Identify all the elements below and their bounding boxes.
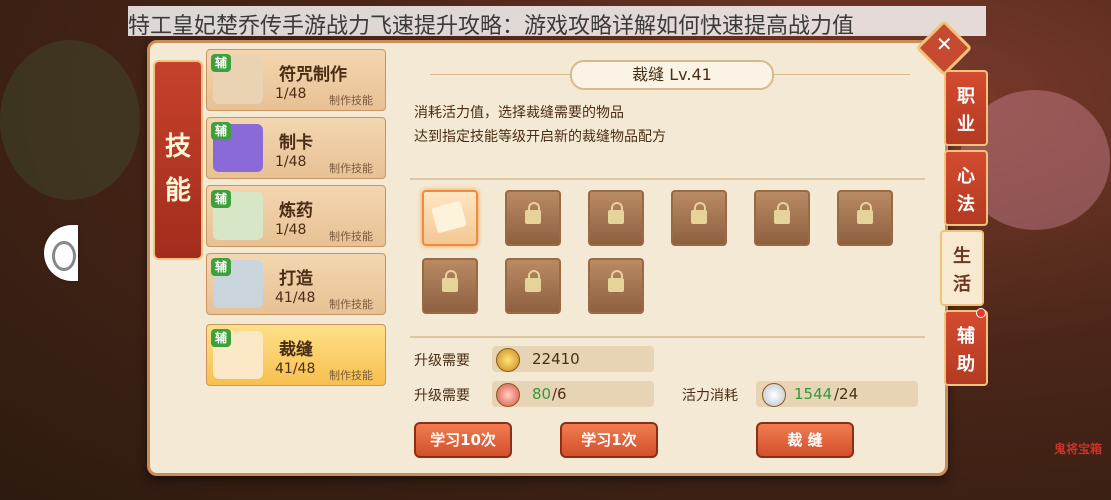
skill-count: 1/48 [275, 86, 307, 102]
skill-name: 裁缝 [279, 340, 313, 360]
upgrade-req-have: 80 [532, 385, 552, 403]
ribbon-char: 技 [164, 132, 191, 162]
skill-name: 炼药 [279, 201, 313, 221]
tab-profession[interactable]: 职 业 [944, 70, 988, 146]
lock-icon [691, 202, 707, 224]
coin-icon [496, 348, 520, 372]
vitality-need: /24 [834, 385, 859, 403]
upgrade-req-need: /6 [552, 385, 567, 403]
learn-10-button[interactable]: 学习10次 [414, 422, 512, 458]
vitality-have: 1544 [794, 385, 833, 403]
banner-text: 特工皇妃楚乔传手游战力飞速提升攻略：游戏攻略详解如何快速提高战力值 [128, 14, 855, 39]
gamepad-float-icon[interactable] [44, 225, 78, 281]
ribbon-char: 能 [164, 176, 191, 206]
aux-badge: 辅 [211, 54, 231, 72]
tab-char: 心 [957, 166, 975, 187]
recipe-slot[interactable] [422, 258, 478, 314]
upgrade-cost-label: 升级需要 [414, 353, 470, 369]
close-icon: ✕ [935, 32, 953, 57]
tab-assist[interactable]: 辅 助 [944, 308, 988, 386]
article-title-banner: 特工皇妃楚乔传手游战力飞速提升攻略：游戏攻略详解如何快速提高战力值 [128, 6, 986, 39]
tab-life[interactable]: 生 活 [940, 230, 984, 306]
lock-icon [525, 202, 541, 224]
skill-tag: 制作技能 [329, 162, 373, 175]
divider [410, 336, 925, 338]
skill-name: 制卡 [279, 133, 313, 153]
skill-item-forge[interactable]: 辅 打造 41/48 制作技能 [206, 253, 386, 315]
tailor-content: 裁缝 Lv.41 消耗活力值，选择裁缝需要的物品 达到指定技能等级开启新的裁缝物… [400, 48, 935, 460]
skill-count: 41/48 [275, 361, 316, 377]
recipe-slot[interactable] [588, 190, 644, 246]
tab-mindset[interactable]: 心 法 [944, 150, 988, 226]
skill-count: 41/48 [275, 290, 316, 306]
skill-tag: 制作技能 [329, 298, 373, 311]
aux-badge: 辅 [211, 122, 231, 140]
lock-icon [774, 202, 790, 224]
recipe-slot[interactable] [505, 190, 561, 246]
upgrade-cost-value: 22410 [532, 350, 580, 368]
description-line-2: 达到指定技能等级开启新的裁缝物品配方 [414, 129, 666, 145]
recipe-slot[interactable] [505, 258, 561, 314]
scroll-icon [431, 200, 467, 234]
skill-item-alchemy[interactable]: 辅 炼药 1/48 制作技能 [206, 185, 386, 247]
aux-badge: 辅 [211, 190, 231, 208]
lock-icon [608, 202, 624, 224]
vitality-cost-label: 活力消耗 [682, 388, 738, 404]
tab-char: 辅 [957, 326, 975, 347]
recipe-slot[interactable] [837, 190, 893, 246]
skill-name: 符咒制作 [279, 65, 347, 85]
tab-char: 法 [957, 194, 975, 215]
tab-char: 生 [953, 246, 971, 267]
recipe-slot[interactable] [671, 190, 727, 246]
divider [410, 178, 925, 180]
recipe-slot[interactable] [588, 258, 644, 314]
skill-count: 1/48 [275, 222, 307, 238]
lock-icon [442, 270, 458, 292]
skill-name: 打造 [279, 269, 313, 289]
description-line-1: 消耗活力值，选择裁缝需要的物品 [414, 105, 624, 121]
skill-tag: 制作技能 [329, 230, 373, 243]
lock-icon [608, 270, 624, 292]
treasure-chest-label[interactable]: 鬼将宝箱 [1054, 440, 1102, 457]
skill-ribbon: 技 能 [153, 60, 203, 260]
skill-tag: 制作技能 [329, 369, 373, 382]
skill-count: 1/48 [275, 154, 307, 170]
lock-icon [525, 270, 541, 292]
upgrade-req-label: 升级需要 [414, 388, 470, 404]
aux-badge: 辅 [211, 329, 231, 347]
background-foliage [0, 40, 140, 200]
aux-badge: 辅 [211, 258, 231, 276]
skill-item-talisman[interactable]: 辅 符咒制作 1/48 制作技能 [206, 49, 386, 111]
tab-char: 助 [957, 354, 975, 375]
skill-item-card[interactable]: 辅 制卡 1/48 制作技能 [206, 117, 386, 179]
tab-char: 职 [957, 86, 975, 107]
tab-char: 活 [953, 274, 971, 295]
notification-dot [976, 308, 986, 318]
recipe-slot[interactable] [754, 190, 810, 246]
lock-icon [857, 202, 873, 224]
tab-char: 业 [957, 114, 975, 135]
vitality-icon [762, 383, 786, 407]
medal-icon [496, 383, 520, 407]
learn-1-button[interactable]: 学习1次 [560, 422, 658, 458]
skill-item-tailor[interactable]: 辅 裁缝 41/48 制作技能 [206, 324, 386, 386]
recipe-slot[interactable] [422, 190, 478, 246]
tailor-button[interactable]: 裁 缝 [756, 422, 854, 458]
skill-level-title: 裁缝 Lv.41 [570, 60, 774, 90]
skill-tag: 制作技能 [329, 94, 373, 107]
